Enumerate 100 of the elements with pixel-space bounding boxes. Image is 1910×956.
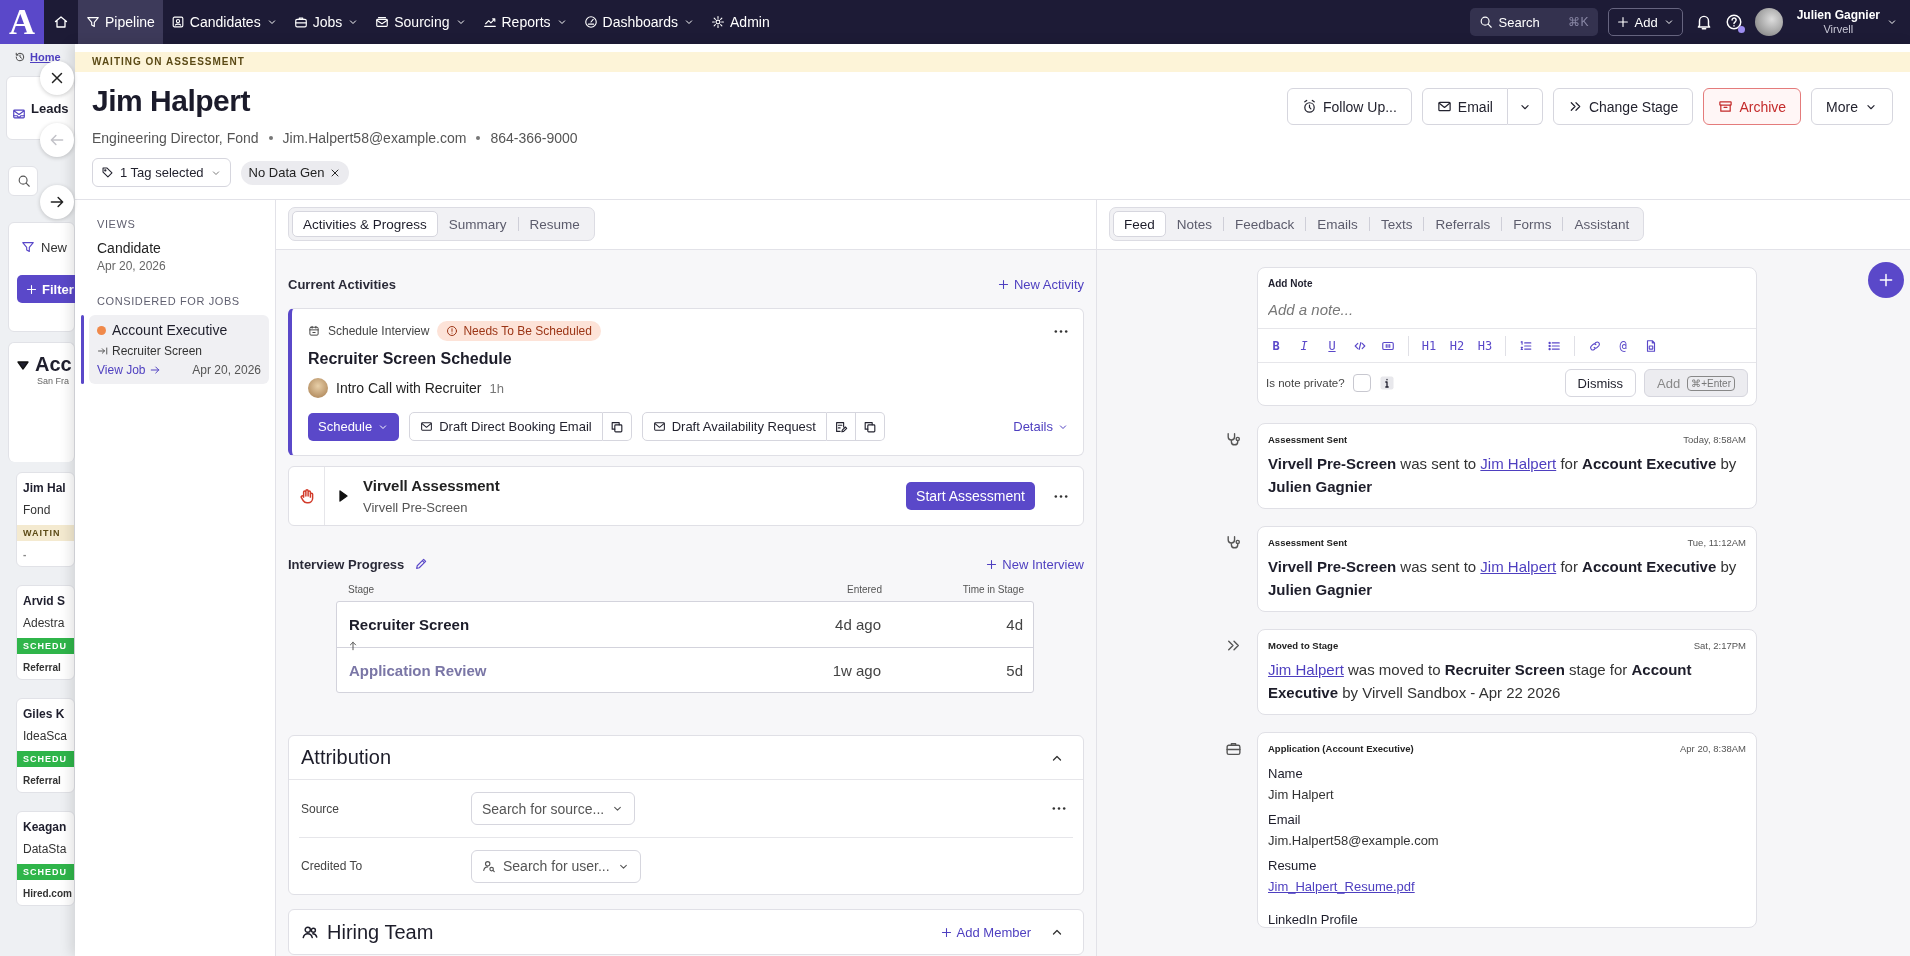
nav-item[interactable]: Jobs — [285, 0, 368, 44]
tab[interactable]: Assistant — [1563, 211, 1641, 237]
schedule-button[interactable]: Schedule — [308, 412, 400, 441]
new-interview-button[interactable]: New Interview — [985, 556, 1084, 572]
field-value: Jim.Halpert58@example.com — [1268, 833, 1440, 848]
copy-button[interactable] — [602, 412, 632, 441]
envelope-icon — [420, 420, 434, 433]
copy-button[interactable] — [855, 412, 885, 441]
job-card[interactable]: Account Executive Recruiter Screen View Job Apr 20, 2026 — [89, 315, 269, 384]
event-time: Apr 20, 8:38AM — [1680, 743, 1746, 754]
nav-item[interactable]: Dashboards — [575, 0, 704, 44]
format-button[interactable]: @ — [1611, 333, 1635, 358]
candidate-card[interactable]: Arvid S Adestra SCHEDU Referral — [16, 585, 75, 680]
candidate-card[interactable]: Jim Hal Fond WAITIN - — [16, 472, 75, 567]
group-subtitle: San Fra — [37, 376, 70, 386]
candidate-link[interactable]: Jim Halpert — [1480, 455, 1557, 472]
candidate-link[interactable]: Jim Halpert — [1480, 558, 1557, 575]
note-field[interactable]: Add a note... — [1258, 289, 1756, 329]
format-button[interactable]: B — [1264, 333, 1288, 358]
edit-button[interactable] — [826, 412, 856, 441]
select-field[interactable]: Search for user... — [471, 849, 641, 883]
draft-button[interactable]: Draft Direct Booking Email — [409, 412, 603, 441]
start-assessment-button[interactable]: Start Assessment — [906, 482, 1035, 510]
user-menu[interactable]: Julien Gagnier Virvell — [1742, 8, 1898, 36]
dismiss-button[interactable]: Dismiss — [1564, 369, 1637, 397]
candidate-name: Jim Halpert — [92, 84, 251, 118]
alarm-clock-icon — [1301, 99, 1317, 114]
breadcrumb-link[interactable]: Home — [30, 50, 61, 63]
format-button[interactable]: H3 — [1473, 333, 1497, 358]
info-button[interactable] — [1378, 375, 1395, 391]
user-org: Virvell — [1822, 22, 1855, 36]
candidate-source: Referral — [23, 662, 62, 673]
add-note-button[interactable]: Add ⌘+Enter — [1644, 369, 1748, 397]
nav-icon — [375, 15, 390, 29]
add-button[interactable] — [1868, 262, 1904, 298]
funnel-icon — [21, 240, 35, 254]
email-button[interactable]: Email — [1421, 88, 1508, 125]
stage-name: Recruiter Screen — [349, 616, 471, 633]
field-label: Source — [301, 801, 341, 816]
envelope-icon — [1436, 99, 1452, 114]
more-button[interactable] — [1053, 329, 1069, 333]
private-label: Is note private? — [1266, 377, 1345, 389]
tag-select[interactable]: 1 Tag selected — [92, 158, 231, 187]
resume-link[interactable]: Jim_Halpert_Resume.pdf — [1268, 879, 1415, 894]
help-button[interactable] — [1724, 13, 1743, 31]
search-field[interactable]: Search ⌘K — [1469, 8, 1598, 36]
format-button[interactable]: H2 — [1445, 333, 1469, 358]
draft-button[interactable]: Draft Availability Request — [641, 412, 827, 441]
note-editor[interactable]: Add Note Add a note... B I U H1 H2 H3 @ Is note private? Dismiss Add ⌘+Enter — [1257, 267, 1757, 406]
add-button[interactable]: Add — [1607, 8, 1683, 36]
tab[interactable]: Emails — [1306, 211, 1369, 237]
tab[interactable]: Referrals — [1424, 211, 1502, 237]
tab[interactable]: Activities & Progress — [292, 211, 438, 237]
view-job-link[interactable]: View Job — [97, 363, 162, 377]
candidate-name: Keagan — [23, 820, 68, 834]
tab[interactable]: Forms — [1502, 211, 1563, 237]
more-button[interactable] — [1051, 807, 1067, 810]
format-button[interactable]: H1 — [1417, 333, 1441, 358]
candidate-card[interactable]: Keagan DataSta SCHEDU Hired.com — [16, 811, 75, 906]
event-text: Virvell Pre-Screen was sent to Jim Halpert for Account Executive by Julien Gagnier — [1267, 454, 1738, 497]
more-icon — [1051, 807, 1067, 810]
column-header: Time in Stage — [961, 584, 1024, 595]
new-activity-button[interactable]: New Activity — [996, 276, 1084, 292]
archive-button[interactable]: Archive — [1703, 88, 1802, 125]
view-item[interactable]: Candidate Apr 20, 2026 — [75, 230, 275, 273]
event-time: Tue, 11:12AM — [1687, 537, 1746, 548]
placeholder: Search for source... — [482, 800, 605, 817]
add-member-button[interactable]: Add Member — [939, 924, 1031, 940]
select-field[interactable]: Search for source... — [471, 792, 636, 825]
tab[interactable]: Feedback — [1224, 211, 1306, 237]
format-button[interactable]: U — [1320, 333, 1344, 358]
more-button[interactable] — [1053, 494, 1069, 498]
nav-item[interactable]: Pipeline — [78, 0, 163, 44]
nav-icon — [711, 15, 726, 29]
tab[interactable]: Resume — [518, 211, 591, 237]
more-button[interactable]: More — [1811, 88, 1893, 125]
details-button[interactable]: Details — [1013, 419, 1069, 434]
nav-item[interactable]: Candidates — [162, 0, 286, 44]
tab[interactable]: Feed — [1113, 211, 1166, 237]
nav-item[interactable]: Admin — [703, 0, 778, 44]
private-checkbox[interactable] — [1352, 374, 1371, 392]
app-logo[interactable]: A — [0, 0, 44, 44]
view-tab[interactable]: New — [17, 233, 71, 261]
nav-item[interactable]: Sourcing — [367, 0, 475, 44]
event-time: Sat, 2:17PM — [1693, 640, 1746, 651]
candidate-card[interactable]: Giles K IdeaSca SCHEDU Referral — [16, 698, 75, 793]
filter-button[interactable]: Filter — [17, 275, 75, 303]
tab[interactable]: Texts — [1369, 211, 1424, 237]
follow-up-button[interactable]: Follow Up... — [1286, 88, 1412, 125]
tab[interactable]: Summary — [437, 211, 518, 237]
edit-button[interactable] — [414, 557, 429, 571]
format-button[interactable]: I — [1292, 333, 1316, 358]
arrow-right-icon — [149, 364, 162, 376]
candidate-link[interactable]: Jim Halpert — [1268, 661, 1344, 678]
copy-icon — [609, 419, 624, 434]
change-stage-button[interactable]: Change Stage — [1552, 88, 1694, 125]
tab[interactable]: Notes — [1165, 211, 1224, 237]
search-field[interactable] — [8, 166, 38, 196]
nav-item[interactable]: Reports — [474, 0, 576, 44]
plus-icon — [1877, 271, 1895, 289]
